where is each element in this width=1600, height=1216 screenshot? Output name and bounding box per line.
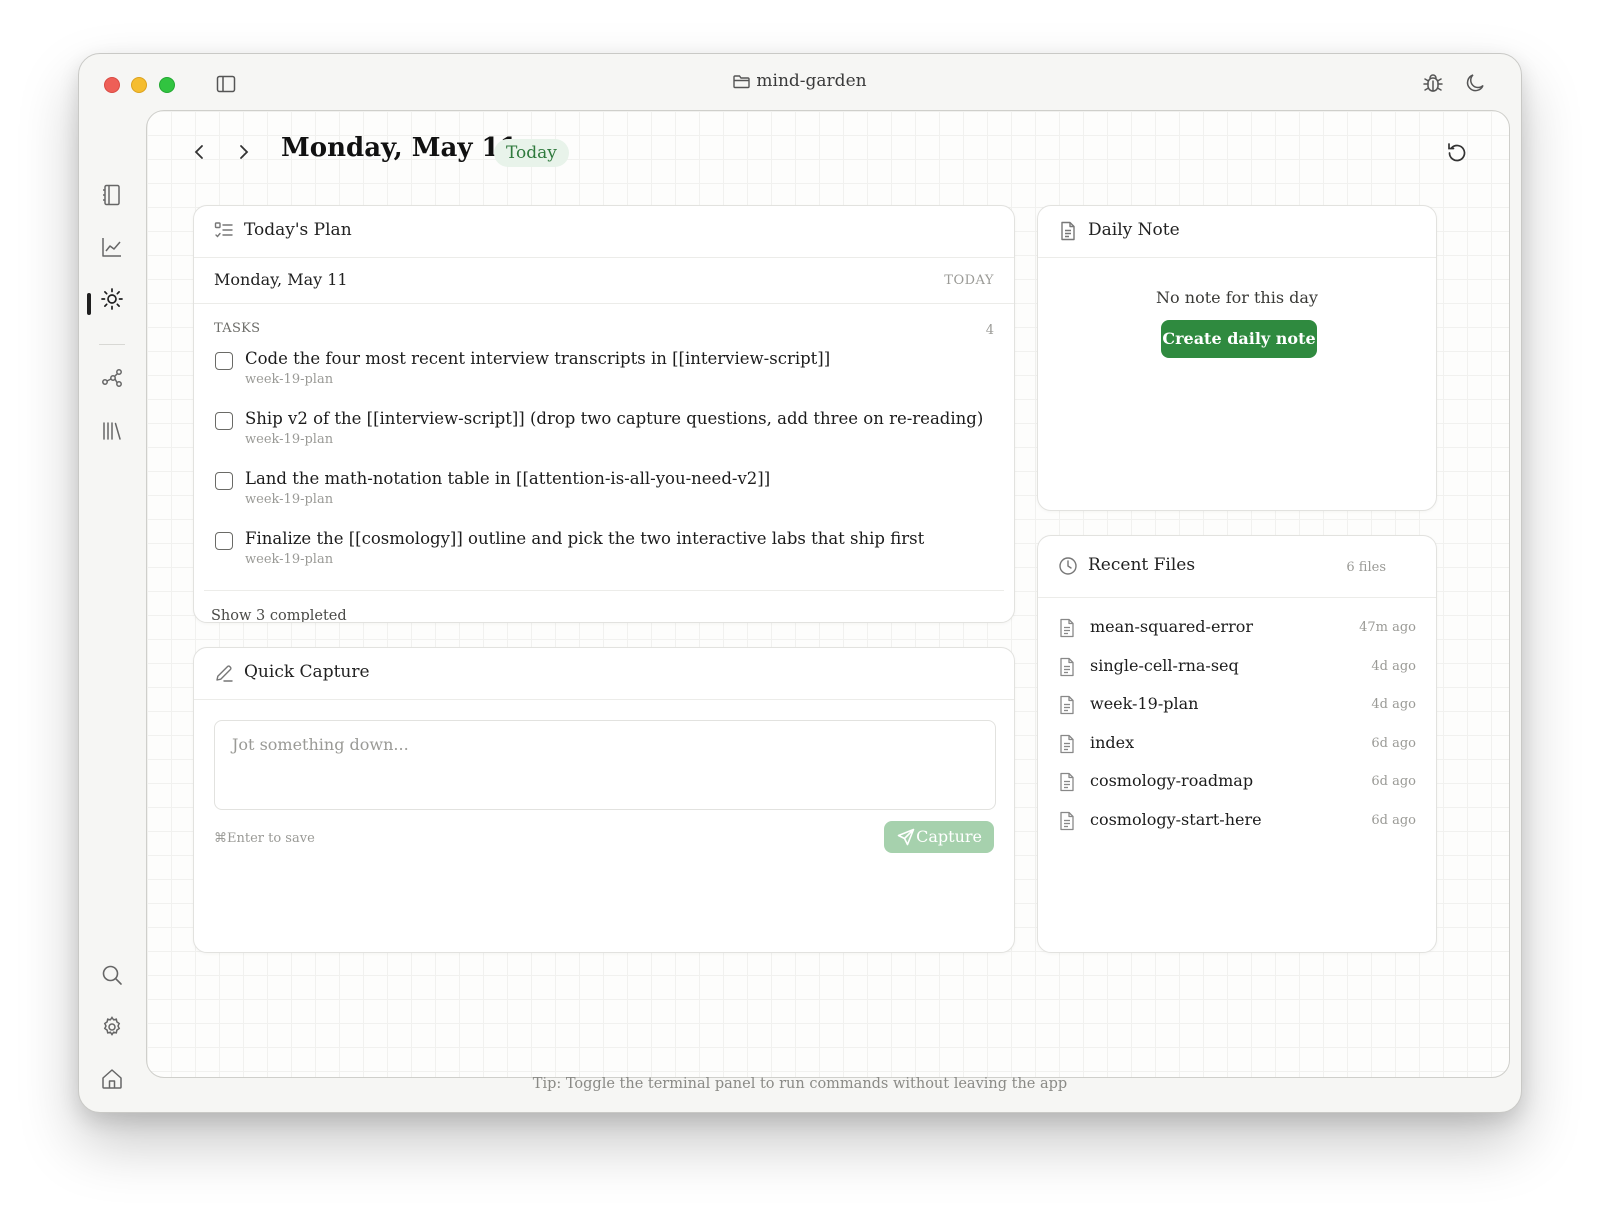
- recent-files-card: Recent Files 6 files mean-squared-error …: [1037, 535, 1437, 953]
- file-icon: [1058, 657, 1076, 677]
- capture-button[interactable]: Capture: [884, 821, 994, 853]
- create-daily-note-button[interactable]: Create daily note: [1161, 320, 1317, 358]
- today-badge[interactable]: Today: [494, 139, 569, 167]
- file-time: 6d ago: [1371, 813, 1416, 828]
- task-source[interactable]: week-19-plan: [245, 492, 333, 507]
- recent-files-title: Recent Files: [1088, 555, 1196, 575]
- file-time: 47m ago: [1359, 620, 1416, 635]
- file-name: mean-squared-error: [1090, 617, 1253, 636]
- todays-plan-header: Today's Plan: [194, 206, 1014, 258]
- task-text[interactable]: Finalize the [[cosmology]] outline and p…: [245, 529, 924, 548]
- tip-footer: Tip: Toggle the terminal panel to run co…: [532, 1076, 1068, 1092]
- window-title: mind-garden: [79, 71, 1521, 91]
- refresh-icon[interactable]: [1445, 141, 1469, 165]
- file-time: 4d ago: [1371, 659, 1416, 674]
- todays-plan-card: Today's Plan Monday, May 11 TODAY TASKS …: [193, 205, 1015, 623]
- tasks-label: TASKS: [214, 321, 261, 336]
- file-time: 4d ago: [1371, 697, 1416, 712]
- pencil-icon: [214, 663, 234, 683]
- file-row[interactable]: week-19-plan 4d ago: [1038, 686, 1436, 724]
- file-name: index: [1090, 733, 1135, 752]
- task-item: Land the math-notation table in [[attent…: [194, 460, 1014, 520]
- no-note-message: No note for this day: [1156, 288, 1318, 307]
- file-time: 6d ago: [1371, 736, 1416, 751]
- quick-capture-header: Quick Capture: [194, 648, 1014, 700]
- file-row[interactable]: single-cell-rna-seq 4d ago: [1038, 648, 1436, 686]
- task-checkbox[interactable]: [215, 352, 233, 370]
- daily-note-card: Daily Note No note for this day Create d…: [1037, 205, 1437, 511]
- task-checkbox[interactable]: [215, 472, 233, 490]
- plan-date: Monday, May 11: [214, 270, 348, 289]
- library-icon[interactable]: [100, 419, 124, 443]
- page-title: Monday, May 11: [281, 133, 518, 163]
- file-name: cosmology-start-here: [1090, 810, 1262, 829]
- chart-line-icon[interactable]: [100, 235, 124, 259]
- gear-icon[interactable]: [100, 1015, 124, 1039]
- tasks-heading: TASKS 4: [194, 304, 1014, 340]
- document-icon: [1058, 221, 1078, 241]
- task-source[interactable]: week-19-plan: [245, 552, 333, 567]
- capture-button-label: Capture: [916, 827, 982, 846]
- file-row[interactable]: cosmology-start-here 6d ago: [1038, 802, 1436, 840]
- clock-icon: [1058, 556, 1078, 576]
- file-icon: [1058, 695, 1076, 715]
- file-row[interactable]: cosmology-roadmap 6d ago: [1038, 763, 1436, 801]
- file-name: week-19-plan: [1090, 694, 1199, 713]
- daily-note-title: Daily Note: [1088, 220, 1180, 240]
- notebook-icon[interactable]: [100, 183, 124, 207]
- rail-active-indicator: [87, 293, 91, 315]
- task-source[interactable]: week-19-plan: [245, 372, 333, 387]
- todays-plan-title: Today's Plan: [244, 220, 352, 240]
- plan-today-label: TODAY: [944, 273, 994, 288]
- bug-icon[interactable]: [1421, 71, 1445, 95]
- app-window: mind-garden Monday, May 11 Today Today's…: [78, 53, 1522, 1113]
- show-completed-button[interactable]: Show 3 completed: [211, 608, 347, 622]
- file-row[interactable]: mean-squared-error 47m ago: [1038, 609, 1436, 647]
- task-text[interactable]: Code the four most recent interview tran…: [245, 349, 830, 368]
- tasks-count: 4: [985, 323, 994, 338]
- file-icon: [1058, 772, 1076, 792]
- file-time: 6d ago: [1371, 774, 1416, 789]
- task-text[interactable]: Land the math-notation table in [[attent…: [245, 469, 770, 488]
- moon-icon[interactable]: [1463, 71, 1487, 95]
- send-icon: [897, 828, 915, 846]
- search-icon[interactable]: [100, 963, 124, 987]
- task-item: Ship v2 of the [[interview-script]] (dro…: [194, 400, 1014, 460]
- recent-files-count: 6 files: [1346, 560, 1386, 575]
- rail-divider: [99, 344, 125, 345]
- plan-divider: [204, 590, 1004, 591]
- task-item: Finalize the [[cosmology]] outline and p…: [194, 520, 1014, 580]
- plan-date-row: Monday, May 11 TODAY: [194, 258, 1014, 304]
- file-row[interactable]: index 6d ago: [1038, 725, 1436, 763]
- quick-capture-input[interactable]: Jot something down...: [214, 720, 996, 810]
- sun-icon[interactable]: [100, 287, 124, 311]
- file-name: single-cell-rna-seq: [1090, 656, 1239, 675]
- capture-hint: ⌘Enter to save: [214, 831, 315, 846]
- main-panel: Monday, May 11 Today Today's Plan Monday…: [146, 110, 1510, 1078]
- window-title-text: mind-garden: [756, 71, 867, 91]
- recent-files-header: Recent Files 6 files: [1038, 536, 1436, 598]
- file-icon: [1058, 811, 1076, 831]
- quick-capture-card: Quick Capture Jot something down... ⌘Ent…: [193, 647, 1015, 953]
- file-name: cosmology-roadmap: [1090, 771, 1254, 790]
- daily-note-header: Daily Note: [1038, 206, 1436, 258]
- task-text[interactable]: Ship v2 of the [[interview-script]] (dro…: [245, 409, 983, 428]
- checklist-icon: [214, 221, 234, 241]
- quick-capture-title: Quick Capture: [244, 662, 370, 682]
- title-bar: mind-garden: [79, 54, 1521, 110]
- task-checkbox[interactable]: [215, 412, 233, 430]
- file-icon: [1058, 734, 1076, 754]
- task-source[interactable]: week-19-plan: [245, 432, 333, 447]
- task-item: Code the four most recent interview tran…: [194, 340, 1014, 400]
- next-day-button[interactable]: [232, 141, 254, 163]
- previous-day-button[interactable]: [189, 141, 211, 163]
- graph-icon[interactable]: [100, 366, 124, 390]
- task-checkbox[interactable]: [215, 532, 233, 550]
- folder-icon: [733, 74, 751, 89]
- left-rail: [79, 110, 145, 1112]
- file-icon: [1058, 618, 1076, 638]
